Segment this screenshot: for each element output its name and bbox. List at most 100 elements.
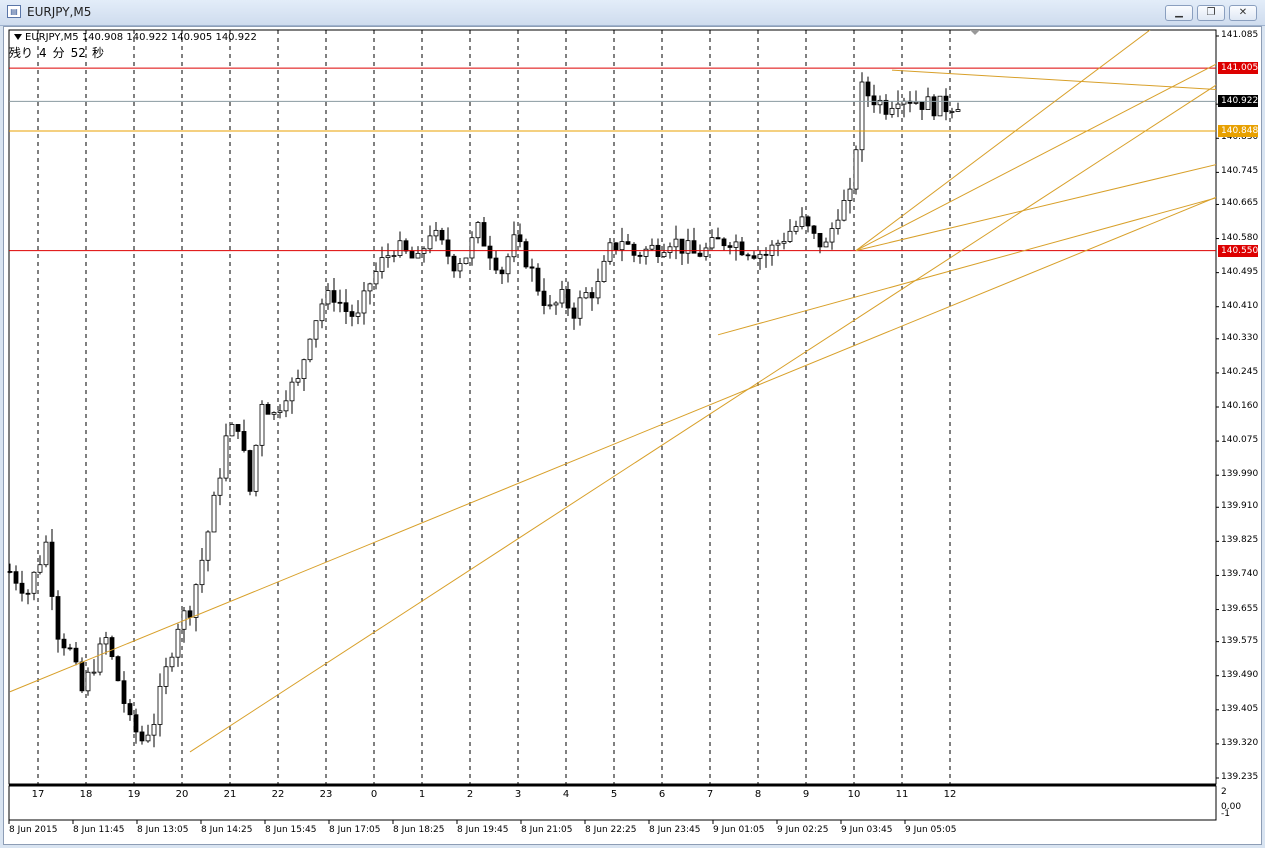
hour-label: 2: [466, 789, 474, 800]
date-label: 8 Jun 11:45: [73, 825, 125, 835]
candle-body: [247, 450, 253, 492]
trend-line: [855, 164, 1216, 252]
candle-body: [505, 256, 511, 275]
candle-body: [589, 292, 595, 299]
candle-body: [55, 596, 61, 640]
candle-body: [637, 254, 643, 257]
candle-body: [733, 241, 739, 248]
candle-body: [739, 241, 745, 256]
candle-body: [703, 247, 709, 257]
high-value: 140.922: [126, 32, 168, 43]
candle-body: [937, 95, 943, 117]
hour-label: 19: [127, 789, 141, 800]
trend-line: [855, 30, 1151, 251]
candle-body: [19, 582, 25, 594]
date-label: 8 Jun 22:25: [585, 825, 637, 835]
hour-label: 6: [658, 789, 666, 800]
candle-body: [841, 200, 847, 221]
open-value: 140.908: [81, 32, 124, 43]
sub-axis-top: 2: [1221, 787, 1227, 797]
candle-body: [919, 101, 925, 110]
price-chart[interactable]: [0, 0, 1265, 848]
candle-body: [79, 661, 85, 692]
candle-body: [301, 359, 307, 379]
candle-body: [43, 541, 49, 566]
candle-body: [649, 244, 655, 250]
candle-body: [427, 235, 433, 250]
candle-body: [325, 290, 331, 305]
candle-body: [67, 647, 73, 650]
candle-body: [565, 289, 571, 309]
candle-body: [223, 435, 229, 479]
hour-label: 20: [175, 789, 189, 800]
date-label: 8 Jun 23:45: [649, 825, 701, 835]
chart-menu-icon[interactable]: [14, 34, 22, 40]
candle-body: [73, 647, 79, 663]
candle-body: [817, 232, 823, 248]
price-tick-label: 140.495: [1221, 266, 1259, 277]
candle-body: [499, 269, 505, 275]
candle-body: [895, 103, 901, 109]
level-badge: 141.005: [1218, 62, 1258, 75]
candle-body: [931, 96, 937, 117]
price-tick-label: 141.085: [1221, 30, 1259, 40]
candle-body: [361, 290, 367, 314]
candle-body: [691, 240, 697, 254]
candle-body: [721, 238, 727, 247]
candle-body: [787, 230, 793, 242]
candle-body: [697, 252, 703, 257]
price-tick-label: 139.405: [1221, 703, 1259, 714]
hour-label: 7: [706, 789, 714, 800]
date-label: 8 Jun 19:45: [457, 825, 509, 835]
candle-body: [373, 271, 379, 285]
timer-seconds: 52: [70, 46, 86, 60]
candle-body: [133, 714, 139, 733]
level-badge: 140.922: [1218, 95, 1258, 108]
candle-body: [343, 302, 349, 312]
candle-body: [349, 311, 355, 317]
candle-body: [469, 237, 475, 259]
candle-body: [289, 381, 295, 402]
candle-body: [805, 216, 811, 227]
candle-body: [151, 724, 157, 736]
candle-body: [265, 403, 271, 415]
hour-label: 4: [562, 789, 570, 800]
candle-body: [685, 240, 691, 254]
candle-body: [853, 149, 859, 190]
candle-body: [631, 243, 637, 256]
candle-body: [49, 541, 55, 597]
candle-body: [835, 219, 841, 229]
candle-body: [175, 628, 181, 658]
price-tick-label: 140.745: [1221, 166, 1259, 177]
price-tick-label: 140.410: [1221, 300, 1259, 311]
hour-label: 12: [943, 789, 957, 800]
date-label: 9 Jun 01:05: [713, 825, 765, 835]
candle-body: [673, 238, 679, 248]
trend-line: [189, 84, 1216, 753]
candle-body: [451, 255, 457, 272]
candle-body: [259, 403, 265, 446]
candle-body: [913, 101, 919, 104]
price-tick-label: 140.330: [1221, 332, 1259, 343]
close-value: 140.922: [215, 32, 257, 43]
candle-body: [793, 226, 799, 232]
plot-border: [8, 29, 1217, 785]
candle-body: [307, 338, 313, 361]
candle-body: [187, 610, 193, 618]
candle-body: [955, 109, 961, 112]
candle-body: [91, 671, 97, 674]
candle-body: [403, 240, 409, 252]
candle-body: [61, 638, 67, 649]
candle-body: [883, 99, 889, 115]
price-tick-label: 140.245: [1221, 366, 1259, 377]
date-label: 8 Jun 14:25: [201, 825, 253, 835]
timer-second-unit: 秒: [91, 46, 104, 60]
candle-body: [241, 431, 247, 451]
date-label: 8 Jun 18:25: [393, 825, 445, 835]
bar-timer: 残り 4 分 52 秒: [9, 44, 110, 61]
candle-body: [391, 255, 397, 257]
candle-body: [103, 637, 109, 645]
ohlc-readout: EURJPY,M5 140.908 140.922 140.905 140.92…: [14, 32, 257, 43]
candle-body: [595, 281, 601, 299]
hour-label: 22: [271, 789, 285, 800]
